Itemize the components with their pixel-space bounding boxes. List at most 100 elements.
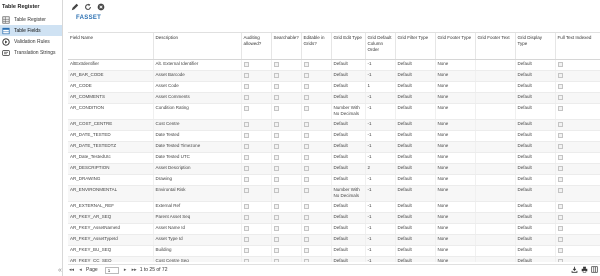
last-page-button[interactable]: ▸▸ [131,267,138,274]
checkbox[interactable] [303,258,309,262]
print-icon[interactable] [581,266,588,275]
checkbox[interactable] [303,214,309,220]
checkbox[interactable] [243,236,249,242]
checkbox[interactable] [243,247,249,253]
column-header[interactable]: Field Name [68,33,154,60]
checkbox[interactable] [557,143,563,149]
sidebar-item-translation-strings[interactable]: Translation Strings [0,47,62,58]
checkbox[interactable] [557,214,563,220]
checkbox[interactable] [557,105,563,111]
table-row[interactable]: AR_ENVIRONMENTAL Environtal Risk Number Wi… [68,185,600,202]
collapse-sidebar-button[interactable]: « [58,267,62,274]
table-row[interactable]: AR_FKEY_CC_SEQ Cost Centre Seq Default -1 De… [68,256,600,262]
page-number-input[interactable]: 1 [104,266,119,274]
table-row[interactable]: AR_DESCRIPTION Asset Description Default 2 D… [68,163,600,175]
column-header[interactable]: Description [153,33,242,60]
checkbox[interactable] [303,94,309,100]
checkbox[interactable] [557,203,563,209]
checkbox[interactable] [273,121,279,127]
checkbox[interactable] [273,165,279,171]
first-page-button[interactable]: ◂◂ [68,267,75,274]
table-row[interactable]: AR_COST_CENTRE Cost Centre Default -1 Defaul… [68,119,600,131]
edit-icon[interactable] [70,2,79,11]
checkbox[interactable] [273,105,279,111]
checkbox[interactable] [243,121,249,127]
table-row[interactable]: AR_FKEY_AssetNameId Asset Name Id Default -… [68,223,600,235]
checkbox[interactable] [303,143,309,149]
column-header[interactable]: Auditing allowed? [241,33,272,60]
columns-icon[interactable] [591,265,598,275]
checkbox[interactable] [303,121,309,127]
checkbox[interactable] [557,187,563,193]
table-row[interactable]: AR_BAR_CODE Asset Barcode Default -1 Default… [68,70,600,82]
table-row[interactable]: AR_DRAWING Drawing Default -1 Default None Def… [68,174,600,186]
checkbox[interactable] [557,165,563,171]
sidebar-item-validation-rules[interactable]: Validation Rules [0,36,62,47]
checkbox[interactable] [243,72,249,78]
checkbox[interactable] [303,236,309,242]
table-row[interactable]: AR_FKEY_AssetTypeId Asset Type Id Default -… [68,234,600,246]
checkbox[interactable] [303,154,309,160]
checkbox[interactable] [303,247,309,253]
checkbox[interactable] [243,132,249,138]
checkbox[interactable] [243,225,249,231]
table-row[interactable]: AR_COMMENTS Asset Comments Default -1 Defaul… [68,92,600,104]
checkbox[interactable] [303,187,309,193]
checkbox[interactable] [273,225,279,231]
checkbox[interactable] [303,203,309,209]
checkbox[interactable] [273,154,279,160]
table-row[interactable]: AR_EXTERNAL_REF External Ref Default -1 Defa… [68,201,600,213]
table-row[interactable]: AltExtIdentifier Alt. External Identifier… [68,59,600,71]
column-header[interactable]: Grid Default Column Order [365,33,396,60]
sidebar-item-table-register[interactable]: Table Register [0,14,62,25]
checkbox[interactable] [557,94,563,100]
checkbox[interactable] [273,83,279,89]
checkbox[interactable] [557,61,563,67]
checkbox[interactable] [243,203,249,209]
table-row[interactable]: AR_DATE_TESTED Date Tested Default -1 Defaul… [68,130,600,142]
checkbox[interactable] [557,83,563,89]
column-header[interactable]: Full Text Indexed [555,33,600,60]
refresh-icon[interactable] [83,2,92,11]
checkbox[interactable] [303,165,309,171]
checkbox[interactable] [243,154,249,160]
checkbox[interactable] [303,83,309,89]
checkbox[interactable] [303,225,309,231]
checkbox[interactable] [303,105,309,111]
checkbox[interactable] [243,165,249,171]
table-row[interactable]: AR_CODE Asset Code Default 1 Default None Defa… [68,81,600,93]
checkbox[interactable] [273,94,279,100]
column-header[interactable]: Grid Footer Type [435,33,476,60]
checkbox[interactable] [303,176,309,182]
checkbox[interactable] [303,72,309,78]
checkbox[interactable] [243,187,249,193]
checkbox[interactable] [243,214,249,220]
column-header[interactable]: Grid Edit Type [331,33,366,60]
next-page-button[interactable]: ▸ [122,267,129,274]
checkbox[interactable] [557,247,563,253]
checkbox[interactable] [273,176,279,182]
table-row[interactable]: AR_FKEY_BU_SEQ Building Default -1 Default No… [68,245,600,257]
checkbox[interactable] [273,203,279,209]
checkbox[interactable] [273,236,279,242]
checkbox[interactable] [243,61,249,67]
download-icon[interactable] [571,266,578,275]
checkbox[interactable] [273,247,279,253]
checkbox[interactable] [303,132,309,138]
checkbox[interactable] [557,132,563,138]
table-row[interactable]: AR_Date_TestedUtc Date Tested UTC Default -… [68,152,600,164]
table-row[interactable]: AR_DATE_TESTEDTZ Date Tested Timezone Defa… [68,141,600,153]
column-header[interactable]: Editable in Grids? [301,33,332,60]
checkbox[interactable] [303,61,309,67]
checkbox[interactable] [273,143,279,149]
checkbox[interactable] [273,72,279,78]
checkbox[interactable] [273,258,279,262]
checkbox[interactable] [243,258,249,262]
checkbox[interactable] [243,83,249,89]
checkbox[interactable] [243,176,249,182]
checkbox[interactable] [557,176,563,182]
checkbox[interactable] [273,214,279,220]
checkbox[interactable] [557,258,563,262]
column-header[interactable]: Searchable? [271,33,302,60]
close-circle-icon[interactable] [96,2,105,11]
